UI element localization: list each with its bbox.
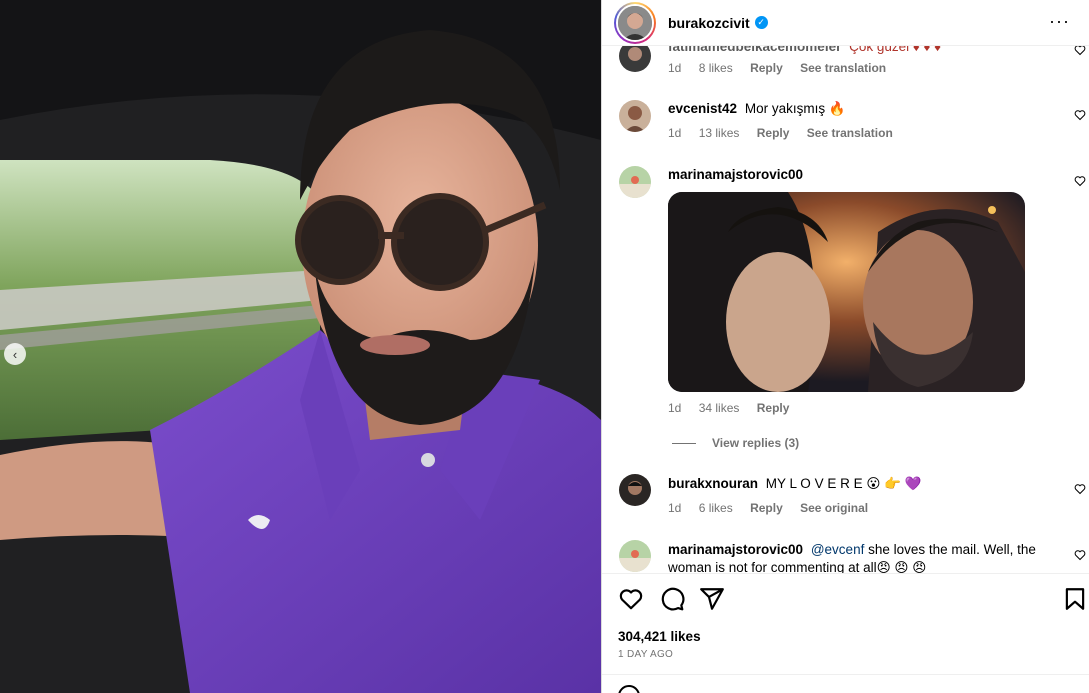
heart-icon[interactable] — [1074, 46, 1086, 56]
commenter-avatar[interactable] — [619, 166, 651, 198]
reply-button[interactable]: Reply — [750, 501, 783, 515]
comment-age: 1d — [668, 401, 682, 415]
section-divider — [602, 573, 1089, 574]
comment-age: 1d — [668, 61, 682, 75]
comment-username[interactable]: evcenist42 — [668, 101, 737, 116]
comment-meta: 1d 34 likes Reply — [668, 401, 803, 415]
more-options-icon[interactable]: ··· — [1049, 12, 1070, 30]
comment-username[interactable]: burakxnouran — [668, 476, 758, 491]
avatar[interactable] — [614, 1, 656, 44]
chevron-left-icon[interactable]: ‹ — [4, 343, 26, 365]
comment-meta: 1d 6 likes Reply See original — [668, 501, 882, 515]
share-icon[interactable] — [699, 586, 725, 612]
post-actions-bar — [602, 586, 1089, 614]
post-like-count[interactable]: 304,421 likes — [618, 629, 701, 644]
comment-meta: 1d 13 likes Reply See translation — [668, 126, 907, 140]
post-side-panel: burakozcivit ✓ ··· fatimamedbelkacemomel… — [601, 0, 1089, 693]
comment-text: Mor yakışmış 🔥 — [744, 101, 846, 116]
comment-text-row: evcenist42 Mor yakışmış 🔥 — [668, 100, 1048, 118]
section-divider — [602, 674, 1089, 675]
post-header: burakozcivit ✓ ··· — [602, 0, 1089, 46]
heart-icon[interactable] — [1074, 549, 1086, 561]
heart-icon[interactable] — [1074, 109, 1086, 121]
comment-text: Çok güzel ♦ ♦ ♦ — [849, 46, 942, 54]
comment-like-count[interactable]: 8 likes — [699, 61, 733, 75]
heart-icon[interactable] — [1074, 175, 1086, 187]
comment-like-count[interactable]: 6 likes — [699, 501, 733, 515]
comment-username[interactable]: marinamajstorovic00 — [668, 167, 803, 182]
commenter-avatar[interactable] — [619, 474, 651, 506]
comment-like-count[interactable]: 34 likes — [699, 401, 740, 415]
comment-text-row: fatimamedbelkacemomeler Çok güzel ♦ ♦ ♦ — [668, 46, 1048, 56]
comment-age: 1d — [668, 126, 682, 140]
post-timestamp[interactable]: 1 DAY AGO — [618, 649, 673, 660]
comment-text: MY L O V E R E 😮 👉 💜 — [765, 476, 922, 491]
comment-text-row: burakxnouran MY L O V E R E 😮 👉 💜 — [668, 475, 1048, 493]
commenter-avatar[interactable] — [619, 46, 651, 72]
reply-button[interactable]: Reply — [750, 61, 783, 75]
heart-icon[interactable] — [1074, 483, 1086, 495]
emoji-icon[interactable] — [618, 685, 640, 693]
instagram-post-view: ‹ burakozcivit ✓ ··· fatimamedbelkacemom… — [0, 0, 1089, 693]
comment-text-row: marinamajstorovic00 — [668, 166, 1048, 184]
see-original-button[interactable]: See original — [800, 501, 868, 515]
comment-list[interactable]: fatimamedbelkacemomeler Çok güzel ♦ ♦ ♦ … — [602, 46, 1089, 573]
selfie-illustration — [0, 0, 601, 693]
commenter-avatar[interactable] — [619, 540, 651, 572]
verified-badge-icon: ✓ — [754, 16, 768, 29]
comment-gif-image[interactable] — [668, 192, 1025, 392]
heart-icon[interactable] — [618, 586, 644, 612]
comment-icon[interactable] — [659, 586, 685, 612]
comment-text-row: marinamajstorovic00 @evcenf she loves th… — [668, 541, 1048, 573]
view-replies-button[interactable]: View replies (3) — [672, 436, 799, 450]
see-translation-button[interactable]: See translation — [800, 61, 886, 75]
commenter-avatar[interactable] — [619, 100, 651, 132]
divider-line — [672, 442, 696, 444]
comment-age: 1d — [668, 501, 682, 515]
post-photo[interactable]: ‹ — [0, 0, 601, 693]
comment-username[interactable]: marinamajstorovic00 — [668, 542, 803, 557]
see-translation-button[interactable]: See translation — [807, 126, 893, 140]
comment-meta: 1d 8 likes Reply See translation — [668, 61, 900, 75]
reply-button[interactable]: Reply — [757, 401, 790, 415]
bookmark-icon[interactable] — [1062, 586, 1088, 612]
post-author-username[interactable]: burakozcivit — [668, 15, 750, 31]
comment-like-count[interactable]: 13 likes — [699, 126, 740, 140]
comment-username[interactable]: fatimamedbelkacemomeler — [668, 46, 841, 54]
comment-mention[interactable]: @evcenf — [811, 542, 864, 557]
reply-button[interactable]: Reply — [757, 126, 790, 140]
view-replies-label: View replies (3) — [712, 436, 800, 450]
